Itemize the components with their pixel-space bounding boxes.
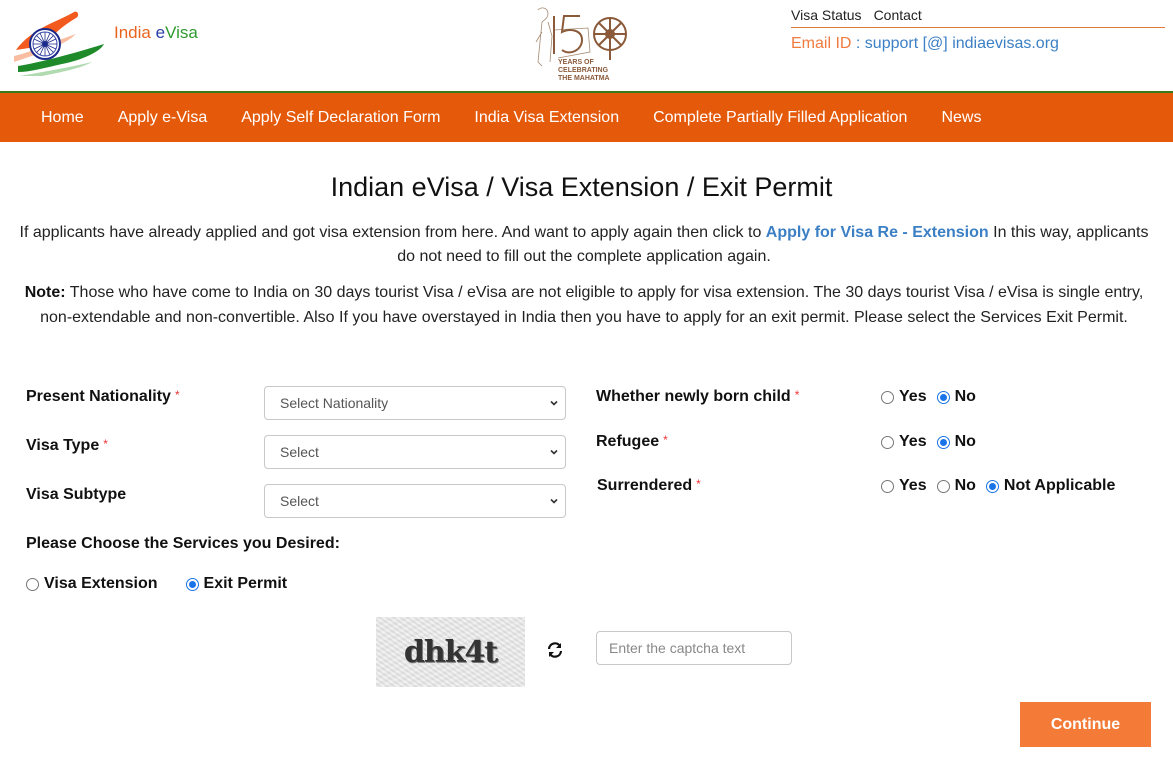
chevron-down-icon bbox=[550, 449, 558, 455]
radio-button[interactable] bbox=[185, 577, 199, 591]
radio-button[interactable] bbox=[985, 479, 999, 493]
nav-news[interactable]: News bbox=[941, 109, 981, 127]
apply-re-extension-link[interactable]: Apply for Visa Re - Extension bbox=[766, 224, 989, 241]
refugee-label-text: Refugee bbox=[596, 433, 660, 450]
radio-label: Visa Extension bbox=[44, 575, 158, 592]
nav-india-visa-extension[interactable]: India Visa Extension bbox=[474, 109, 619, 127]
nationality-label-text: Present Nationality bbox=[26, 388, 171, 405]
visa-subtype-label: Visa Subtype bbox=[26, 486, 126, 504]
brand-e-text: e bbox=[155, 23, 166, 42]
radio-button[interactable] bbox=[26, 577, 39, 591]
header-divider bbox=[791, 27, 1165, 28]
surrendered-label-text: Surrendered bbox=[597, 477, 693, 494]
nationality-label: Present Nationality * bbox=[26, 388, 180, 406]
captcha-input[interactable] bbox=[596, 631, 792, 665]
email-label: Email ID bbox=[791, 35, 852, 52]
nav-apply-evisa[interactable]: Apply e-Visa bbox=[118, 109, 208, 127]
refugee-yes[interactable]: Yes bbox=[881, 433, 927, 451]
newly-born-label-text: Whether newly born child bbox=[596, 388, 791, 405]
visa-subtype-select-value: Select bbox=[280, 493, 319, 509]
note-body: Those who have come to India on 30 days … bbox=[40, 284, 1144, 326]
main-nav: Home Apply e-Visa Apply Self Declaration… bbox=[0, 93, 1173, 142]
visa-subtype-label-text: Visa Subtype bbox=[26, 486, 127, 503]
anniversary-line1: YEARS OF bbox=[558, 59, 595, 66]
brand-name[interactable]: India eVisa bbox=[114, 23, 198, 43]
email-separator: : bbox=[851, 35, 865, 52]
service-exit-permit[interactable]: Exit Permit bbox=[185, 575, 288, 593]
anniversary-line3: THE MAHATMA bbox=[558, 75, 610, 82]
visa-subtype-select[interactable]: Select bbox=[264, 484, 566, 518]
anniversary-line2: CELEBRATING bbox=[558, 67, 609, 74]
radio-label: Yes bbox=[899, 477, 927, 494]
radio-label: Not Applicable bbox=[1003, 477, 1116, 494]
surrendered-radio-group: Yes No Not Applicable bbox=[881, 477, 1125, 495]
surrendered-yes[interactable]: Yes bbox=[881, 477, 927, 495]
required-marker: * bbox=[663, 433, 668, 447]
india-flag-logo[interactable] bbox=[12, 6, 112, 80]
nav-complete-partial-application[interactable]: Complete Partially Filled Application bbox=[653, 109, 907, 127]
email-contact: Email ID : support [@] indiaevisas.org bbox=[791, 35, 1059, 53]
radio-button[interactable] bbox=[881, 479, 894, 493]
radio-label: No bbox=[954, 477, 976, 494]
radio-label: No bbox=[954, 433, 976, 450]
continue-button[interactable]: Continue bbox=[1020, 702, 1151, 747]
note-text: Note: Those who have come to India on 30… bbox=[24, 281, 1144, 330]
radio-label: No bbox=[954, 388, 976, 405]
refresh-icon[interactable] bbox=[546, 641, 564, 659]
top-links: Visa Status Contact bbox=[791, 7, 934, 23]
brand-india-text: India bbox=[114, 23, 151, 42]
radio-label: Yes bbox=[899, 433, 927, 450]
surrendered-no[interactable]: No bbox=[936, 477, 976, 495]
radio-label: Exit Permit bbox=[203, 575, 288, 592]
brand-visa-text: Visa bbox=[165, 23, 198, 42]
surrendered-not-applicable[interactable]: Not Applicable bbox=[985, 477, 1116, 495]
radio-button[interactable] bbox=[936, 390, 950, 404]
email-value[interactable]: support [@] indiaevisas.org bbox=[865, 35, 1059, 52]
nav-apply-self-declaration[interactable]: Apply Self Declaration Form bbox=[241, 109, 440, 127]
visa-type-label-text: Visa Type bbox=[26, 437, 100, 454]
visa-type-select[interactable]: Select bbox=[264, 435, 566, 469]
site-header: India eVisa YEARS OF CELEBRATING THE MAH… bbox=[0, 0, 1173, 88]
chevron-down-icon bbox=[550, 498, 558, 504]
newly-born-yes[interactable]: Yes bbox=[881, 388, 927, 406]
required-marker: * bbox=[103, 437, 108, 451]
intro-before: If applicants have already applied and g… bbox=[19, 224, 766, 241]
nav-home[interactable]: Home bbox=[41, 109, 84, 127]
refugee-label: Refugee * bbox=[596, 433, 668, 451]
required-marker: * bbox=[696, 477, 701, 491]
service-visa-extension[interactable]: Visa Extension bbox=[26, 575, 158, 593]
contact-link[interactable]: Contact bbox=[874, 7, 922, 23]
captcha-image: dhk4t bbox=[376, 617, 525, 687]
surrendered-label: Surrendered * bbox=[597, 477, 701, 495]
visa-status-link[interactable]: Visa Status bbox=[791, 7, 862, 23]
services-radio-group: Visa Extension Exit Permit bbox=[26, 575, 297, 593]
nationality-select[interactable]: Select Nationality bbox=[264, 386, 566, 420]
radio-label: Yes bbox=[899, 388, 927, 405]
services-label: Please Choose the Services you Desired: bbox=[26, 535, 340, 552]
refugee-no[interactable]: No bbox=[936, 433, 976, 451]
radio-button[interactable] bbox=[936, 435, 950, 449]
visa-type-select-value: Select bbox=[280, 444, 319, 460]
required-marker: * bbox=[794, 388, 800, 402]
radio-button[interactable] bbox=[936, 479, 950, 493]
visa-type-label: Visa Type * bbox=[26, 437, 108, 455]
radio-button[interactable] bbox=[881, 435, 894, 449]
refugee-radio-group: Yes No bbox=[881, 433, 986, 451]
captcha-text: dhk4t bbox=[403, 634, 498, 670]
gandhi-150-years-logo: YEARS OF CELEBRATING THE MAHATMA bbox=[528, 2, 640, 84]
radio-button[interactable] bbox=[881, 390, 894, 404]
intro-text: If applicants have already applied and g… bbox=[14, 221, 1154, 269]
newly-born-label: Whether newly born child * bbox=[596, 388, 799, 406]
required-marker: * bbox=[174, 388, 180, 402]
note-label: Note: bbox=[24, 284, 66, 301]
chevron-down-icon bbox=[550, 400, 558, 406]
newly-born-no[interactable]: No bbox=[936, 388, 976, 406]
page-title: Indian eVisa / Visa Extension / Exit Per… bbox=[330, 172, 833, 202]
newly-born-radio-group: Yes No bbox=[881, 388, 986, 406]
nationality-select-value: Select Nationality bbox=[280, 395, 389, 411]
